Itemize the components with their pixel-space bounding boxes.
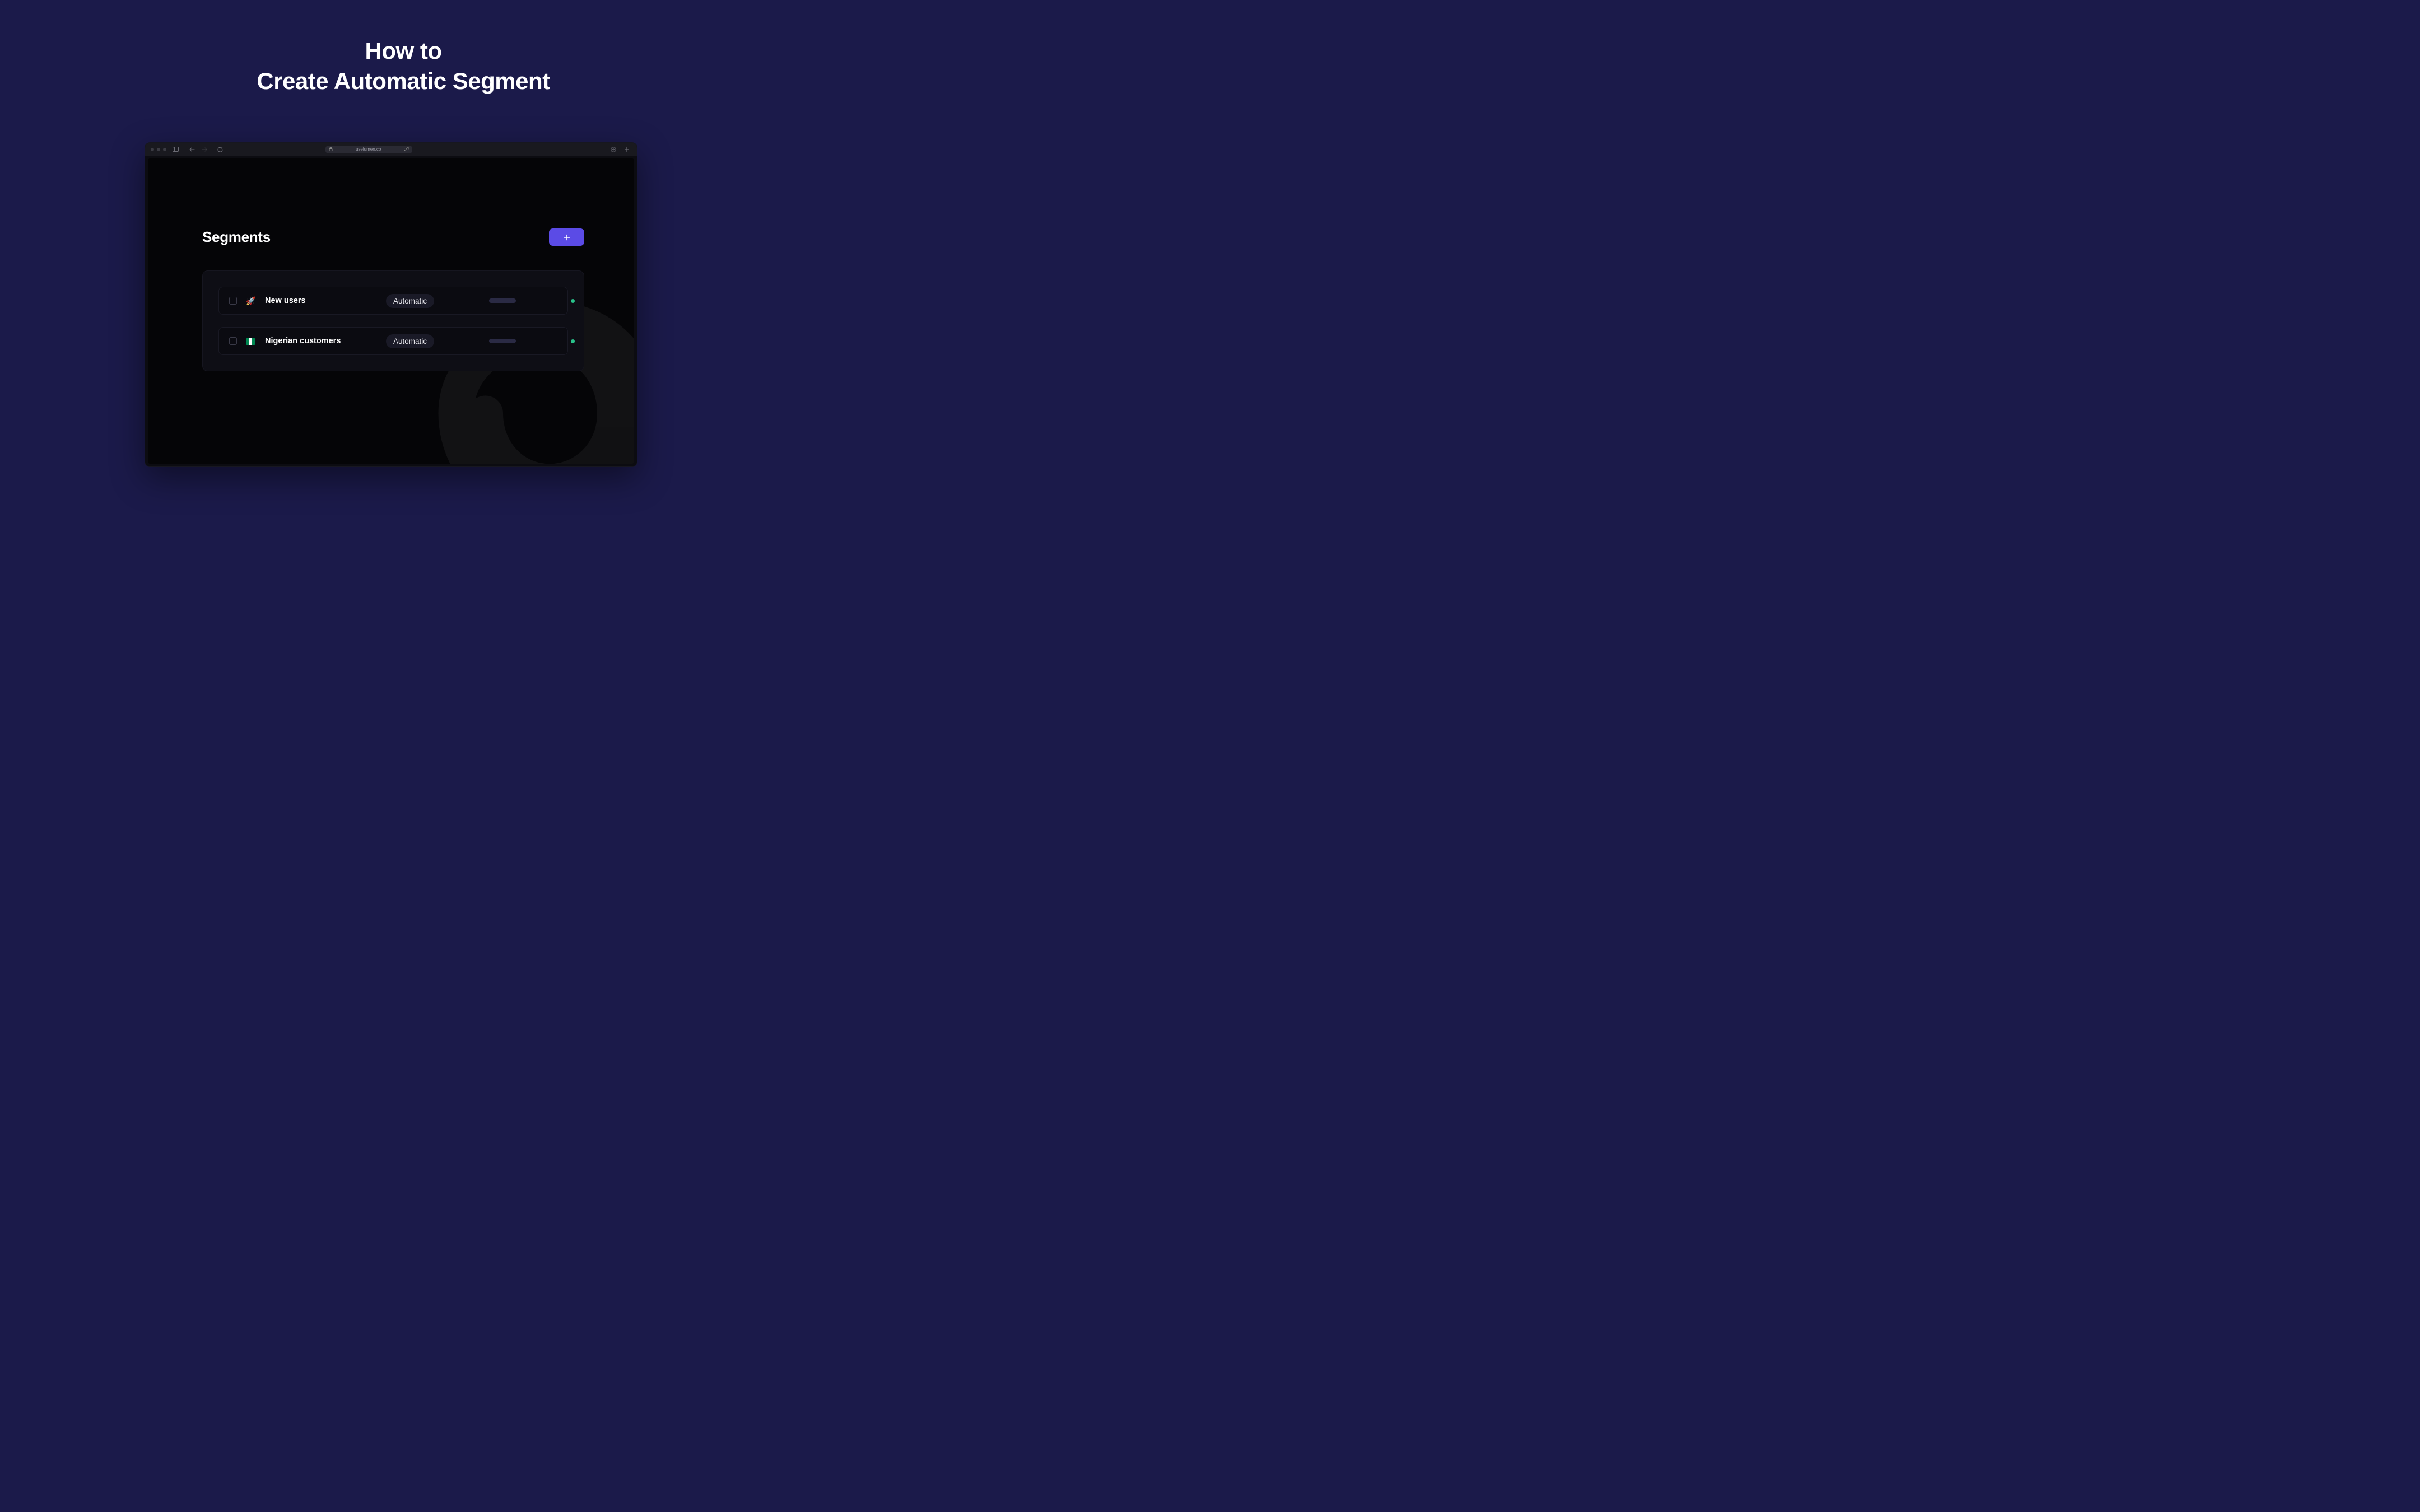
segment-type-badge: Automatic	[386, 334, 434, 348]
lock-icon	[329, 147, 333, 152]
segment-checkbox[interactable]	[229, 337, 237, 345]
plus-icon	[563, 234, 571, 241]
status-dot-icon	[571, 299, 575, 303]
app-viewport: Segments 🚀 New users Automatic	[148, 158, 634, 464]
rocket-icon: 🚀	[246, 297, 256, 305]
segment-type-badge: Automatic	[386, 294, 434, 308]
segment-checkbox[interactable]	[229, 297, 237, 305]
downloads-icon[interactable]	[609, 145, 618, 154]
status-dot-icon	[571, 339, 575, 343]
segments-list: 🚀 New users Automatic Nigerian customers…	[202, 270, 584, 371]
address-bar[interactable]: uselumen.co	[325, 146, 412, 153]
close-window-icon[interactable]	[151, 148, 154, 151]
maximize-window-icon[interactable]	[163, 148, 166, 151]
segment-name: Nigerian customers	[265, 337, 377, 346]
section-title: Segments	[202, 228, 271, 246]
forward-icon[interactable]	[200, 145, 209, 154]
back-icon[interactable]	[188, 145, 197, 154]
segment-placeholder-bar	[489, 298, 516, 303]
segment-row[interactable]: Nigerian customers Automatic	[218, 327, 568, 355]
segment-row[interactable]: 🚀 New users Automatic	[218, 287, 568, 315]
link-icon	[404, 147, 409, 152]
flag-nigeria-icon	[246, 337, 256, 345]
add-segment-button[interactable]	[549, 228, 584, 246]
sidebar-toggle-icon[interactable]	[171, 145, 180, 154]
browser-chrome: uselumen.co	[145, 143, 637, 156]
hero-line2: Create Automatic Segment	[0, 66, 807, 96]
minimize-window-icon[interactable]	[157, 148, 160, 151]
browser-window: uselumen.co Segments	[145, 142, 637, 467]
segment-placeholder-bar	[489, 339, 516, 343]
segment-name: New users	[265, 296, 377, 305]
reload-icon[interactable]	[216, 145, 225, 154]
window-controls	[151, 148, 166, 151]
hero-title: How to Create Automatic Segment	[0, 0, 807, 96]
hero-line1: How to	[0, 36, 807, 66]
new-tab-icon[interactable]	[622, 145, 631, 154]
address-bar-domain: uselumen.co	[336, 147, 401, 152]
